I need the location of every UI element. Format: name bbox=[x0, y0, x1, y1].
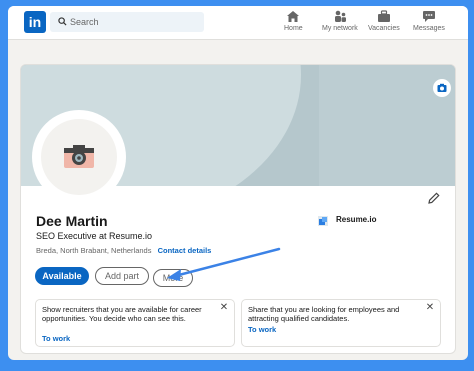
card-text: Show recruiters that you are available f… bbox=[42, 305, 202, 323]
open-to-work-card: Show recruiters that you are available f… bbox=[35, 299, 235, 347]
search-icon bbox=[58, 17, 67, 26]
profile-card: Dee Martin SEO Executive at Resume.io Br… bbox=[20, 64, 456, 354]
home-icon bbox=[287, 11, 300, 22]
nav-item-label: Messages bbox=[413, 25, 445, 32]
profile-location: Breda, North Brabant, Netherlands bbox=[36, 246, 152, 255]
profile-name: Dee Martin bbox=[36, 213, 108, 229]
available-button[interactable]: Available bbox=[35, 267, 89, 285]
app-window: in Home My network bbox=[8, 6, 468, 360]
nav-item-label: Vacancies bbox=[368, 25, 400, 32]
card-link[interactable]: To work bbox=[248, 325, 276, 334]
linkedin-logo[interactable]: in bbox=[24, 11, 46, 33]
nav-item-network[interactable]: My network bbox=[322, 10, 358, 32]
camera-icon bbox=[64, 145, 94, 168]
profile-headline: SEO Executive at Resume.io bbox=[36, 231, 153, 241]
nav-item-vacancies[interactable]: Vacancies bbox=[368, 10, 400, 32]
add-part-button[interactable]: Add part bbox=[95, 267, 149, 285]
company-logo-icon bbox=[318, 216, 328, 226]
network-icon bbox=[334, 10, 346, 22]
avatar[interactable] bbox=[35, 113, 123, 201]
close-icon[interactable]: ✕ bbox=[219, 303, 229, 313]
top-nav: in Home My network bbox=[8, 6, 468, 40]
annotation-arrow bbox=[167, 247, 281, 281]
briefcase-icon bbox=[377, 10, 390, 22]
nav-item-messages[interactable]: Messages bbox=[413, 10, 445, 32]
pencil-icon[interactable] bbox=[427, 191, 441, 205]
camera-icon bbox=[437, 83, 447, 92]
nav-item-home[interactable]: Home bbox=[284, 10, 303, 32]
card-link[interactable]: To work bbox=[42, 334, 70, 343]
nav-item-label: My network bbox=[322, 25, 358, 32]
company-name: Resume.io bbox=[336, 215, 377, 224]
message-icon bbox=[422, 11, 435, 22]
search-input[interactable] bbox=[70, 12, 200, 32]
search-bar[interactable] bbox=[50, 12, 204, 32]
nav-item-label: Home bbox=[284, 25, 303, 32]
hiring-card: Share that you are looking for employees… bbox=[241, 299, 441, 347]
edit-banner-button[interactable] bbox=[433, 79, 451, 97]
close-icon[interactable]: ✕ bbox=[425, 303, 435, 313]
card-text: Share that you are looking for employees… bbox=[248, 305, 400, 323]
